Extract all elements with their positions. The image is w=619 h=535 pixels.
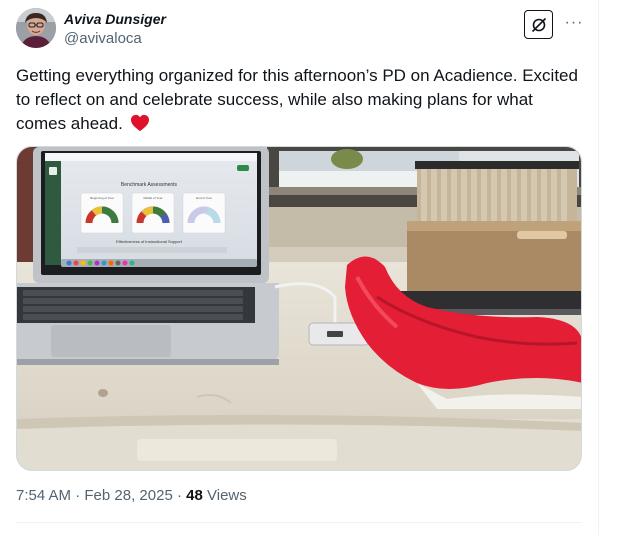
tweet-text: Getting everything organized for this af… — [16, 64, 586, 136]
views-count: 48 — [186, 487, 203, 504]
tweet-photo[interactable]: Benchmark Assessments Beginning of Year … — [16, 146, 582, 471]
meta-separator: · — [75, 487, 81, 504]
screen-card-1: Beginning of Year — [80, 192, 124, 234]
screen-card-2: Middle of Year — [131, 192, 175, 234]
screen-card-label: Beginning of Year — [90, 196, 114, 200]
screen-card-3: End of Year — [182, 192, 226, 234]
meta-separator: · — [176, 487, 182, 504]
screen-card-label: End of Year — [196, 196, 212, 200]
red-heart-icon — [130, 114, 149, 132]
tweet-time[interactable]: 7:54 AM — [16, 487, 71, 504]
views-label: Views — [207, 487, 247, 504]
screen-footer-text: Effectiveness of Instructional Support — [116, 239, 183, 244]
avatar[interactable] — [16, 8, 56, 48]
avatar-photo — [16, 8, 56, 48]
tweet: Aviva Dunsiger @avivaloca ··· Getting ev… — [0, 0, 598, 535]
author-handle[interactable]: @avivaloca — [64, 30, 142, 47]
tweet-date[interactable]: Feb 28, 2025 — [84, 487, 172, 504]
grok-icon — [531, 17, 546, 32]
more-options-icon[interactable]: ··· — [563, 12, 585, 34]
screen-heading: Benchmark Assessments — [121, 182, 178, 188]
screen-card-label: Middle of Year — [143, 196, 162, 200]
tweet-body: Getting everything organized for this af… — [16, 66, 578, 133]
divider — [16, 522, 582, 523]
author-name[interactable]: Aviva Dunsiger — [64, 11, 166, 27]
grok-button[interactable] — [524, 10, 553, 39]
tweet-meta: 7:54 AM · Feb 28, 2025 · 48 Views — [16, 487, 247, 504]
column-border — [598, 0, 599, 535]
photo-laptop-on-desk: Benchmark Assessments Beginning of Year … — [17, 147, 581, 470]
